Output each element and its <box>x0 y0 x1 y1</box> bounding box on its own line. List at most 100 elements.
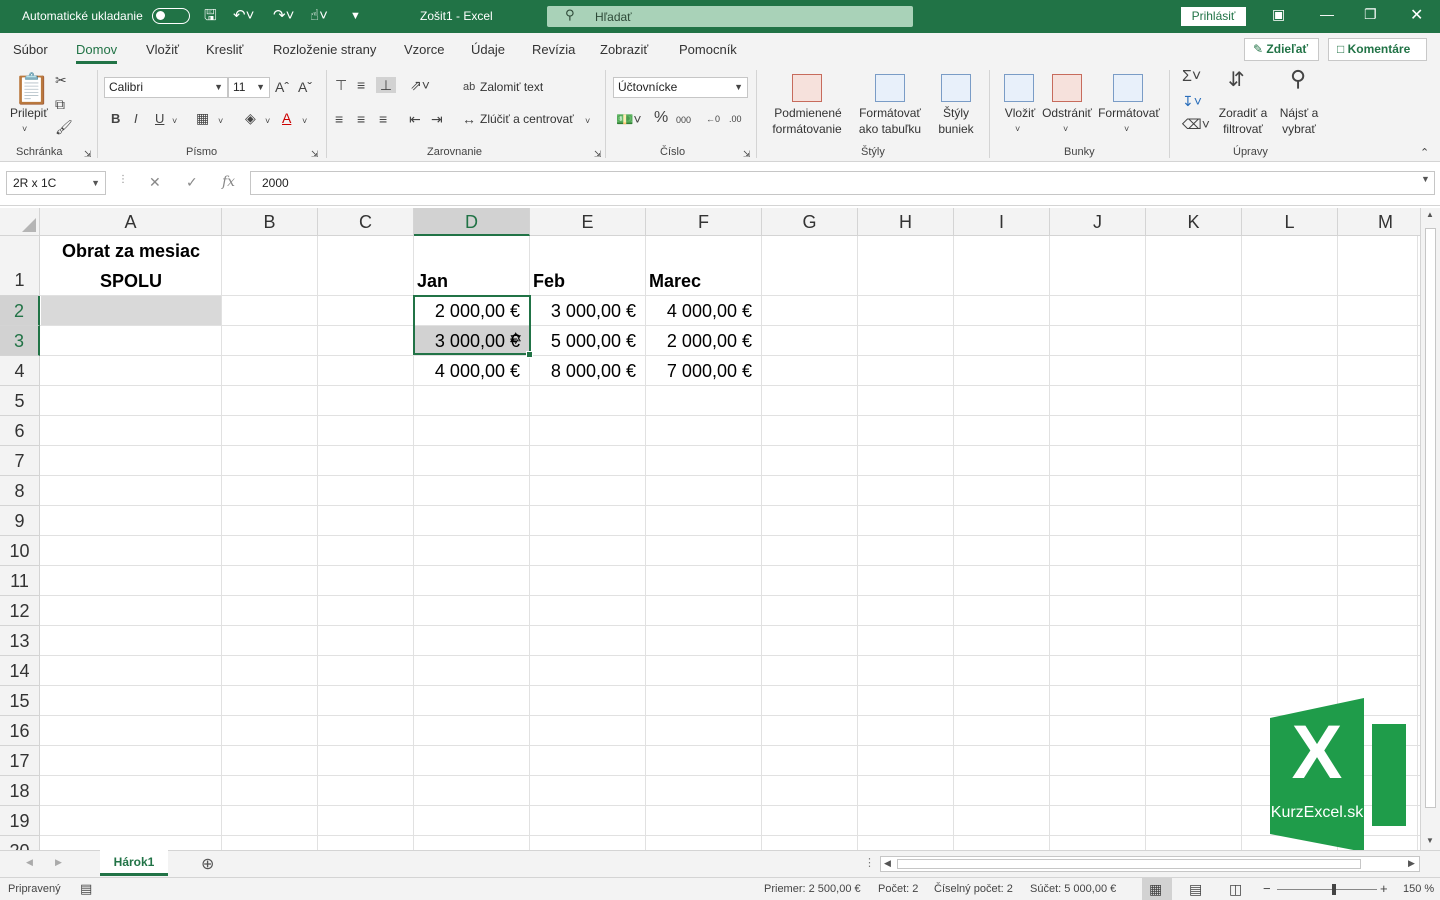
format-as-table-label-1[interactable]: Formátovať <box>852 106 928 121</box>
increase-font-icon[interactable]: Aˆ <box>275 79 289 95</box>
borders-icon[interactable]: ▦ <box>196 110 209 126</box>
comments-button[interactable]: □ Komentáre <box>1328 38 1427 61</box>
font-color-chevron-icon[interactable]: ˅ <box>302 113 307 129</box>
zoom-level[interactable]: 150 % <box>1403 883 1434 895</box>
collapse-ribbon-icon[interactable]: ⌃ <box>1420 145 1429 161</box>
cell-d1[interactable]: Jan <box>417 266 527 296</box>
fill-color-icon[interactable]: ◈ <box>245 110 256 126</box>
autosave-toggle[interactable] <box>152 8 190 24</box>
cell-styles-label-2[interactable]: buniek <box>928 122 984 137</box>
column-header-f[interactable]: F <box>646 208 762 236</box>
tab-review[interactable]: Revízia <box>532 42 575 57</box>
merge-chevron-icon[interactable]: ˅ <box>585 113 590 129</box>
cell-styles-icon[interactable] <box>941 74 971 102</box>
align-left-icon[interactable]: ≡ <box>335 111 343 127</box>
row-header-18[interactable]: 18 <box>0 776 40 806</box>
underline-button[interactable]: U <box>155 111 164 127</box>
insert-cells-label[interactable]: Vložiť <box>998 106 1042 121</box>
ribbon-display-icon[interactable]: ▣ <box>1272 6 1285 23</box>
format-cells-label[interactable]: Formátovať <box>1096 106 1162 121</box>
cell-f4[interactable]: 7 000,00 € <box>646 356 762 386</box>
number-format-select[interactable]: Účtovnícke ▼ <box>613 77 748 98</box>
paste-chevron-icon[interactable]: ˅ <box>22 121 27 137</box>
sheet-next-icon[interactable]: ▶ <box>55 857 62 868</box>
column-header-e[interactable]: E <box>530 208 646 236</box>
format-painter-icon[interactable]: 🖌 <box>55 119 73 135</box>
align-top-icon[interactable]: ⊤ <box>335 77 347 93</box>
tab-view[interactable]: Zobraziť <box>600 42 648 57</box>
decrease-decimal-icon[interactable]: .00 <box>729 111 742 127</box>
conditional-formatting-label-2[interactable]: formátovanie <box>764 122 850 137</box>
customize-toolbar-icon[interactable]: ▼ <box>350 7 361 25</box>
name-box[interactable]: 2R x 1C ▼ <box>6 171 106 195</box>
paste-icon[interactable]: 📋 <box>13 74 50 106</box>
tab-data[interactable]: Údaje <box>471 42 505 57</box>
column-header-a[interactable]: A <box>40 208 222 236</box>
column-header-l[interactable]: L <box>1242 208 1338 236</box>
status-sum[interactable]: Súčet: 5 000,00 € <box>1030 883 1116 895</box>
touch-mode-icon[interactable]: ☝˅ <box>310 7 328 25</box>
delete-cells-label[interactable]: Odstrániť <box>1040 106 1094 121</box>
bold-button[interactable]: B <box>111 111 120 127</box>
column-header-c[interactable]: C <box>318 208 414 236</box>
copy-icon[interactable]: ⧉ <box>55 96 65 112</box>
merge-icon[interactable]: ↔ <box>462 111 476 127</box>
row-header-8[interactable]: 8 <box>0 476 40 506</box>
align-bottom-icon[interactable]: ⊥ <box>376 77 396 93</box>
status-count[interactable]: Počet: 2 <box>878 883 918 895</box>
zoom-slider-track[interactable] <box>1277 889 1377 890</box>
align-right-icon[interactable]: ≡ <box>379 111 387 127</box>
italic-button[interactable]: I <box>134 111 138 127</box>
enter-icon[interactable]: ✓ <box>186 174 198 191</box>
row-header-15[interactable]: 15 <box>0 686 40 716</box>
fill-icon[interactable]: ↧˅ <box>1182 93 1202 109</box>
delete-chevron-icon[interactable]: ˅ <box>1063 121 1068 137</box>
cell-e1[interactable]: Feb <box>533 266 643 296</box>
row-header-17[interactable]: 17 <box>0 746 40 776</box>
row-header-9[interactable]: 9 <box>0 506 40 536</box>
column-header-g[interactable]: G <box>762 208 858 236</box>
column-header-b[interactable]: B <box>222 208 318 236</box>
conditional-formatting-label-1[interactable]: Podmienené <box>768 106 848 121</box>
share-button[interactable]: ✎ Zdieľať <box>1244 38 1319 61</box>
scroll-left-icon[interactable]: ◀ <box>884 858 891 869</box>
row-header-11[interactable]: 11 <box>0 566 40 596</box>
column-header-m[interactable]: M <box>1338 208 1420 236</box>
sort-filter-label-2[interactable]: filtrovať <box>1214 122 1272 137</box>
accounting-format-icon[interactable]: 💵˅ <box>616 111 642 127</box>
merge-center-button[interactable]: Zlúčiť a centrovať <box>480 112 574 127</box>
sheet-tab-harok1[interactable]: Hárok1 <box>100 850 168 876</box>
borders-chevron-icon[interactable]: ˅ <box>218 113 223 129</box>
scroll-up-icon[interactable]: ▲ <box>1426 210 1434 219</box>
row-header-13[interactable]: 13 <box>0 626 40 656</box>
cancel-icon[interactable]: ✕ <box>149 174 161 191</box>
insert-function-icon[interactable]: fx <box>222 174 235 190</box>
restore-icon[interactable]: ❐ <box>1364 6 1377 23</box>
comma-style-icon[interactable]: 000 <box>676 112 691 128</box>
vertical-scroll-thumb[interactable] <box>1425 228 1436 808</box>
sort-filter-label-1[interactable]: Zoradiť a <box>1214 106 1272 121</box>
fill-handle[interactable] <box>526 351 533 358</box>
cell-f2[interactable]: 4 000,00 € <box>646 296 762 326</box>
row-header-6[interactable]: 6 <box>0 416 40 446</box>
increase-decimal-icon[interactable]: ←0 <box>706 111 720 127</box>
decrease-font-icon[interactable]: Aˇ <box>298 79 312 95</box>
cell-e3[interactable]: 5 000,00 € <box>530 326 646 356</box>
normal-view-icon[interactable]: ▦ <box>1149 881 1162 898</box>
format-cells-icon[interactable] <box>1113 74 1143 102</box>
column-header-h[interactable]: H <box>858 208 954 236</box>
expand-formula-bar-icon[interactable]: ▼ <box>1421 174 1430 184</box>
column-header-k[interactable]: K <box>1146 208 1242 236</box>
column-header-j[interactable]: J <box>1050 208 1146 236</box>
tab-formulas[interactable]: Vzorce <box>404 42 444 57</box>
row-header-5[interactable]: 5 <box>0 386 40 416</box>
sort-filter-icon[interactable]: ⇵ <box>1228 70 1245 90</box>
cell-d4[interactable]: 4 000,00 € <box>414 356 530 386</box>
cell-e4[interactable]: 8 000,00 € <box>530 356 646 386</box>
tab-help[interactable]: Pomocník <box>679 42 737 57</box>
align-middle-icon[interactable]: ≡ <box>357 77 365 93</box>
search-box[interactable]: ⚲ Hľadať <box>547 6 913 27</box>
select-all-button[interactable] <box>0 208 40 236</box>
tab-insert[interactable]: Vložiť <box>146 42 179 57</box>
redo-icon[interactable]: ↷˅ <box>273 7 294 25</box>
